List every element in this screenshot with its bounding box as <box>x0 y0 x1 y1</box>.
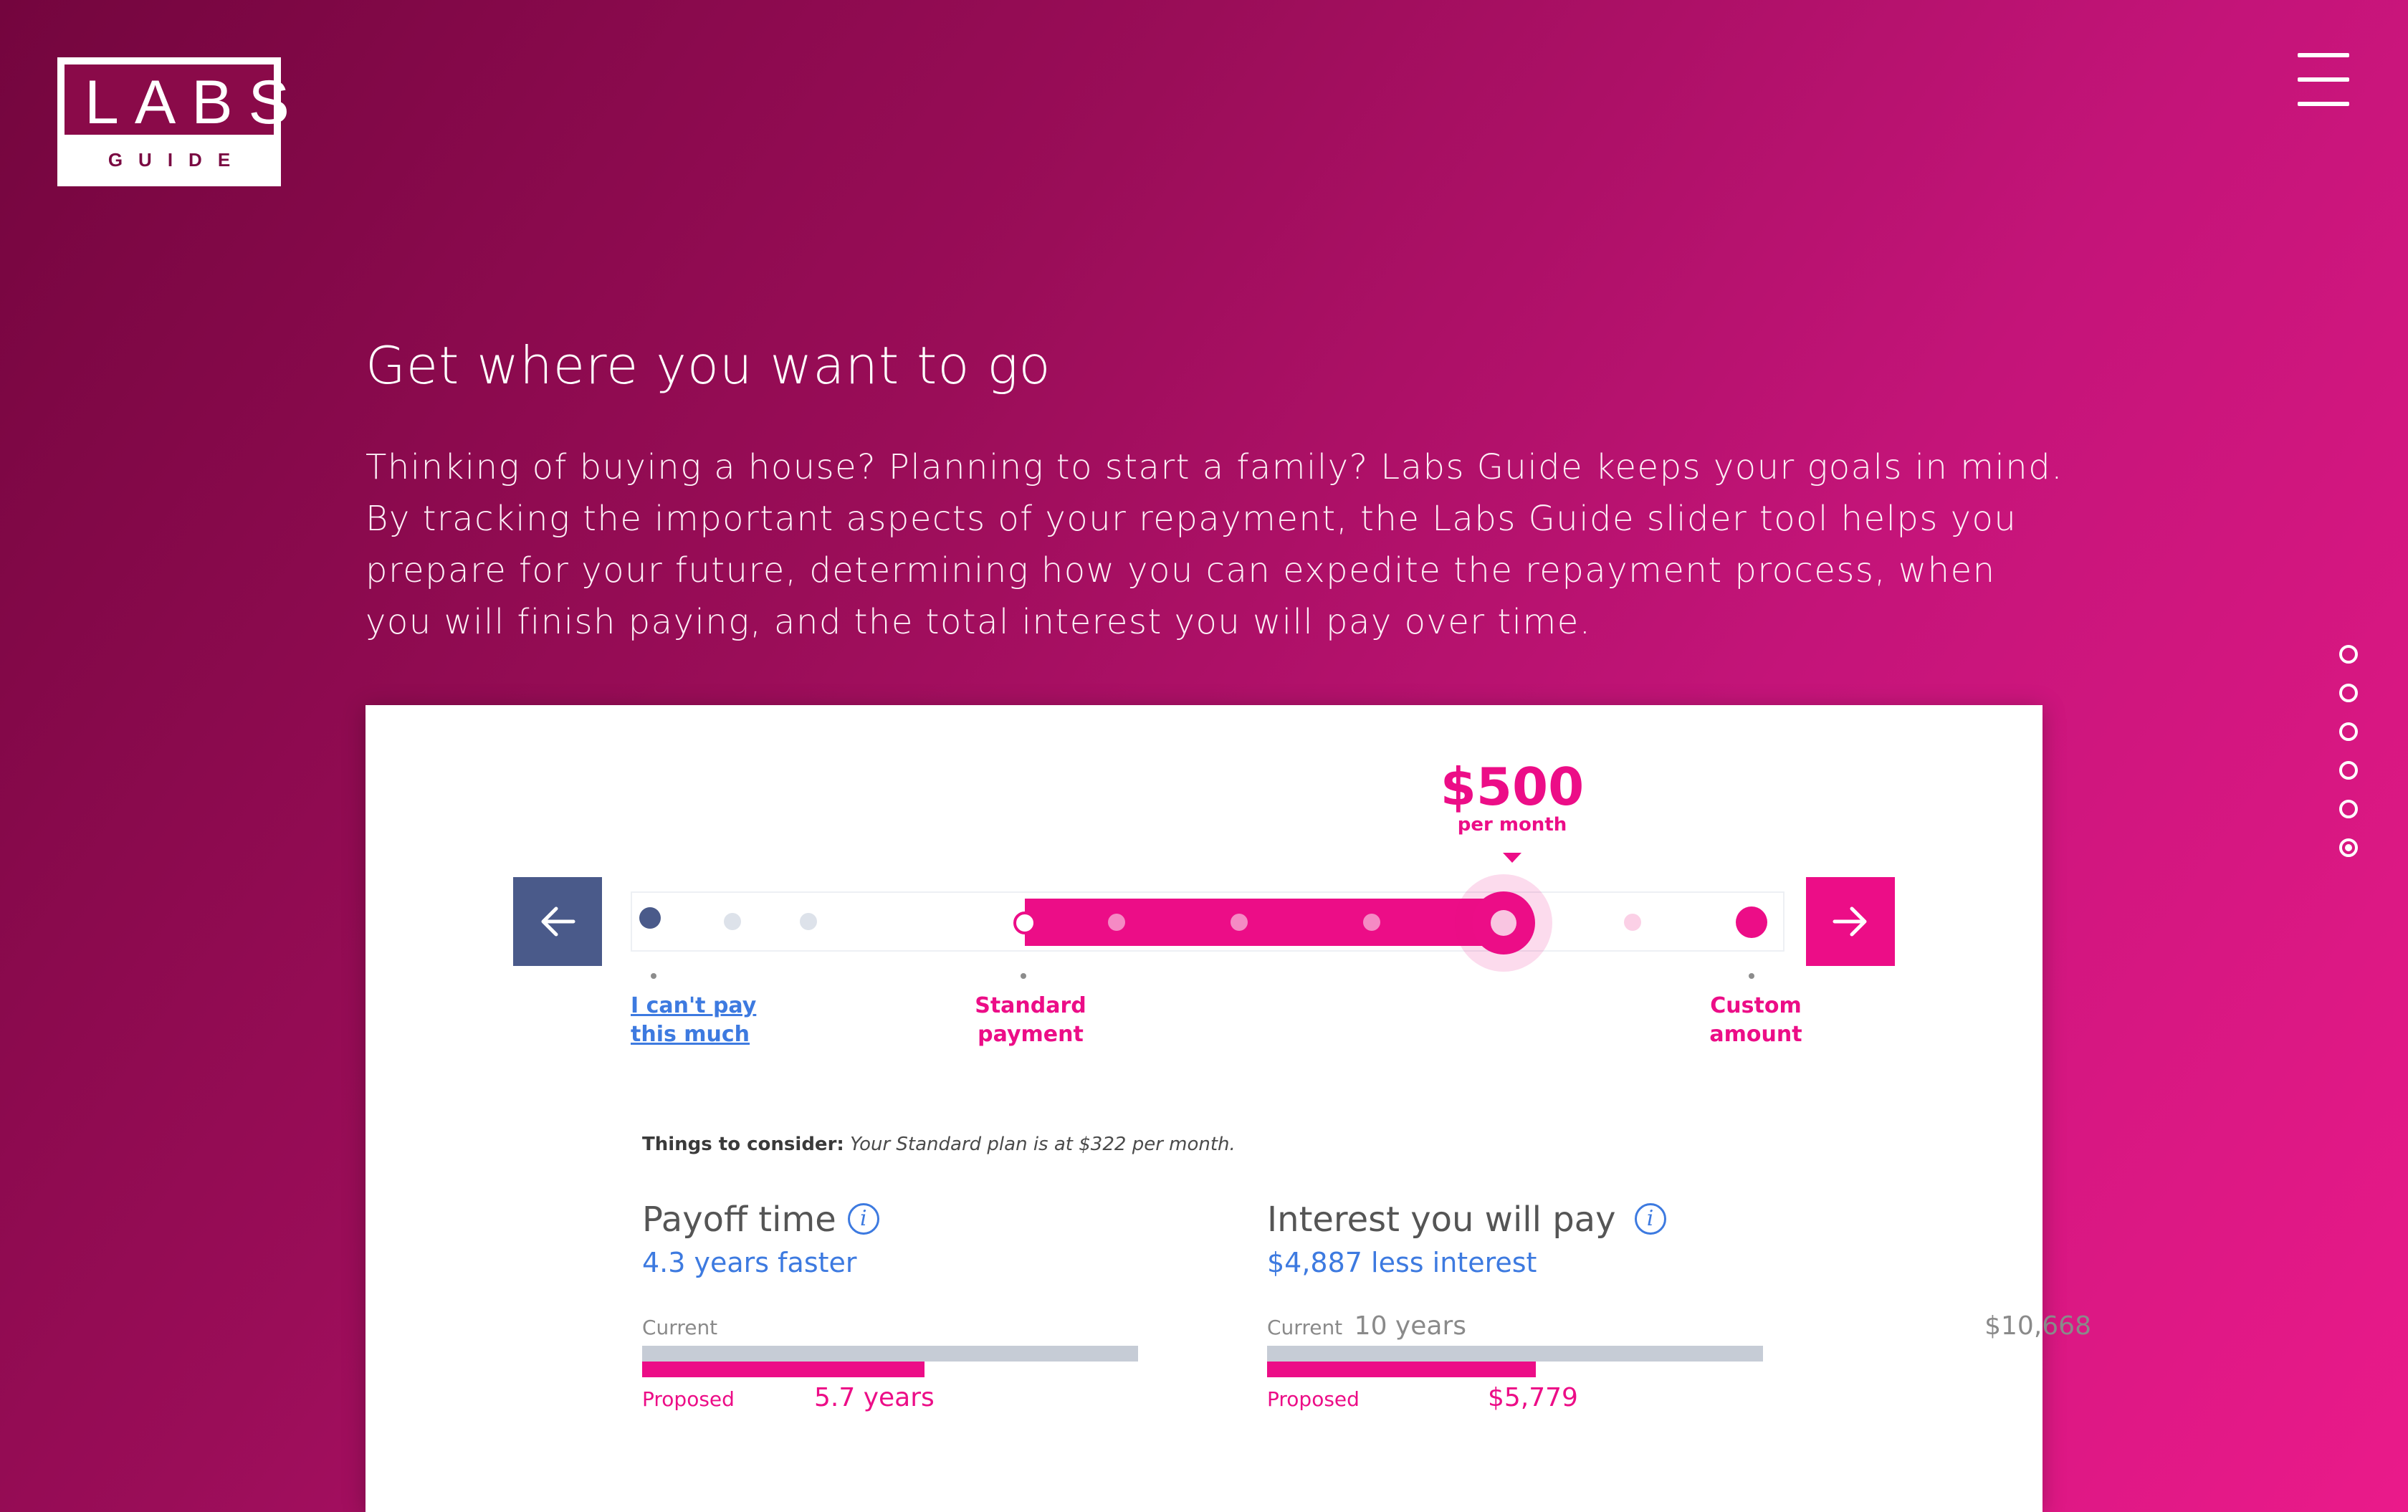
section-dot-2[interactable] <box>2339 684 2358 702</box>
interest-current-label: Current <box>1267 1316 1343 1339</box>
things-to-consider: Things to consider: Your Standard plan i… <box>642 1134 1236 1155</box>
arrow-left-icon <box>541 906 575 937</box>
interest-proposed-label: Proposed <box>1267 1387 1360 1411</box>
slider-handle-center <box>1491 910 1516 936</box>
hamburger-menu-icon[interactable] <box>2298 53 2349 110</box>
slider-step-dot[interactable] <box>1108 914 1125 931</box>
logo-subtitle: GUIDE <box>108 149 247 171</box>
slider-step-dot[interactable] <box>1231 914 1248 931</box>
slider-tool-card: $500 per month I can't pay this much Sta… <box>366 705 2091 1512</box>
payoff-proposed-bar <box>642 1362 924 1377</box>
logo-box: LABS <box>64 64 305 137</box>
slider-step-dot[interactable] <box>724 913 741 930</box>
interest-title: Interest you will pay i <box>1267 1200 1666 1240</box>
cant-pay-link[interactable]: I can't pay this much <box>631 992 756 1049</box>
payoff-info-icon[interactable]: i <box>847 1203 879 1235</box>
next-arrow-button[interactable] <box>1806 877 1895 966</box>
standard-payment-label: Standard payment <box>966 992 1095 1049</box>
payoff-current-bar <box>642 1346 1138 1362</box>
section-dot-4[interactable] <box>2339 761 2358 780</box>
payoff-subtitle: 4.3 years faster <box>642 1247 857 1278</box>
interest-current-bar <box>1267 1346 1763 1362</box>
payment-amount-unit: per month <box>1457 814 1567 836</box>
slider-step-dot[interactable] <box>639 907 661 929</box>
page-title: Get where you want to go <box>366 335 1051 396</box>
payoff-title-text: Payoff time <box>642 1200 836 1240</box>
section-dot-1[interactable] <box>2339 645 2358 664</box>
payment-amount: $500 <box>1440 757 1585 817</box>
interest-current-value: $10,668 <box>1984 1311 2091 1341</box>
cant-pay-line2: this much <box>631 1022 750 1047</box>
custom-line2: amount <box>1709 1022 1802 1047</box>
menu-line <box>2298 77 2349 82</box>
labs-guide-logo[interactable]: LABS GUIDE <box>57 57 305 186</box>
payment-slider-fill <box>1025 899 1519 946</box>
slider-step-dot[interactable] <box>1363 914 1380 931</box>
standard-line2: payment <box>978 1022 1084 1047</box>
section-dot-5[interactable] <box>2339 800 2358 818</box>
custom-line1: Custom <box>1710 993 1802 1018</box>
cant-pay-line1: I can't pay <box>631 993 757 1018</box>
previous-arrow-button[interactable] <box>513 877 602 966</box>
interest-proposed-value: $5,779 <box>1488 1383 1578 1412</box>
tick-mark <box>1021 973 1026 979</box>
interest-info-icon[interactable]: i <box>1634 1203 1666 1235</box>
payoff-time-title: Payoff time i <box>642 1200 879 1240</box>
section-dot-6-active[interactable] <box>2339 838 2358 857</box>
slider-step-dot[interactable] <box>1624 914 1641 931</box>
intro-paragraph: Thinking of buying a house? Planning to … <box>366 447 2063 642</box>
custom-amount-label: Custom amount <box>1691 992 1820 1049</box>
interest-proposed-bar <box>1267 1362 1536 1377</box>
slider-step-dot[interactable] <box>800 913 817 930</box>
interest-title-text: Interest you will pay <box>1267 1200 1616 1240</box>
payoff-current-label: Current <box>642 1316 718 1339</box>
payoff-proposed-value: 5.7 years <box>814 1383 935 1412</box>
slider-step-standard[interactable] <box>1013 911 1036 934</box>
menu-line <box>2298 102 2349 106</box>
tick-mark <box>651 973 656 979</box>
consider-text: Your Standard plan is at $322 per month. <box>850 1134 1236 1155</box>
consider-label: Things to consider: <box>642 1134 844 1155</box>
slider-step-custom[interactable] <box>1736 906 1767 938</box>
interest-subtitle: $4,887 less interest <box>1267 1247 1537 1278</box>
arrow-right-icon <box>1833 906 1867 937</box>
payoff-proposed-label: Proposed <box>642 1387 735 1411</box>
menu-line <box>2298 53 2349 57</box>
amount-pointer <box>1503 853 1521 863</box>
tick-mark <box>1749 973 1754 979</box>
logo-word: LABS <box>85 68 305 137</box>
section-dot-3[interactable] <box>2339 722 2358 741</box>
standard-line1: Standard <box>975 993 1086 1018</box>
